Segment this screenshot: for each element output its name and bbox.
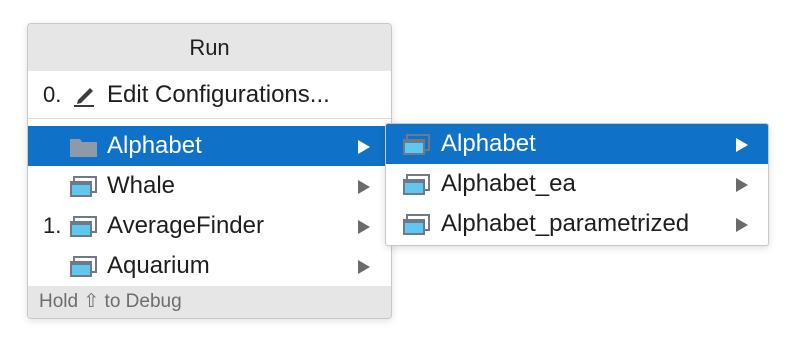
config-item-averagefinder[interactable]: 1. AverageFinder	[28, 206, 391, 246]
config-item-label: AverageFinder	[107, 212, 264, 239]
mnemonic-label: 1.	[43, 213, 62, 238]
run-config-icon	[403, 214, 430, 235]
alphabet-submenu: Alphabet Alphabet_ea Alphabet_parametriz…	[385, 123, 769, 246]
run-config-icon	[403, 174, 430, 195]
run-config-icon	[403, 134, 430, 155]
run-config-icon	[70, 176, 97, 197]
debug-hint-text: Hold ⇧ to Debug	[39, 291, 182, 312]
mnemonic-label: 0.	[43, 82, 62, 107]
debug-hint-footer: Hold ⇧ to Debug	[28, 286, 391, 318]
submenu-item-alphabet-ea[interactable]: Alphabet_ea	[386, 164, 768, 204]
submenu-arrow-icon	[358, 140, 370, 154]
run-config-icon	[70, 256, 97, 277]
config-item-label: Aquarium	[107, 252, 210, 279]
folder-icon	[70, 139, 97, 157]
config-item-whale[interactable]: Whale	[28, 166, 391, 206]
edit-configurations-label: Edit Configurations...	[107, 81, 330, 108]
submenu-item-alphabet-parametrized[interactable]: Alphabet_parametrized	[386, 204, 768, 244]
submenu-arrow-icon	[358, 220, 370, 234]
config-item-aquarium[interactable]: Aquarium	[28, 246, 391, 286]
submenu-item-label: Alphabet_ea	[441, 170, 576, 197]
submenu-item-label: Alphabet_parametrized	[441, 210, 690, 237]
config-item-label: Whale	[107, 172, 176, 199]
edit-configurations-item[interactable]: 0. Edit Configurations...	[28, 75, 391, 115]
submenu-arrow-icon	[358, 180, 370, 194]
run-config-icon	[70, 216, 97, 237]
screen: Run 0. Edit Configurations... Alphabet W…	[0, 0, 792, 348]
run-popup: Run 0. Edit Configurations... Alphabet W…	[27, 23, 392, 319]
config-item-alphabet-folder[interactable]: Alphabet	[28, 126, 391, 166]
submenu-arrow-icon	[358, 260, 370, 274]
popup-title: Run	[28, 24, 391, 71]
submenu-arrow-icon	[736, 218, 748, 232]
config-item-label: Alphabet	[107, 132, 202, 159]
pencil-icon	[74, 88, 94, 107]
submenu-item-label: Alphabet	[441, 130, 536, 157]
submenu-arrow-icon	[736, 178, 748, 192]
submenu-item-alphabet[interactable]: Alphabet	[386, 124, 768, 164]
menu-separator	[28, 118, 391, 119]
submenu-arrow-icon	[736, 138, 748, 152]
